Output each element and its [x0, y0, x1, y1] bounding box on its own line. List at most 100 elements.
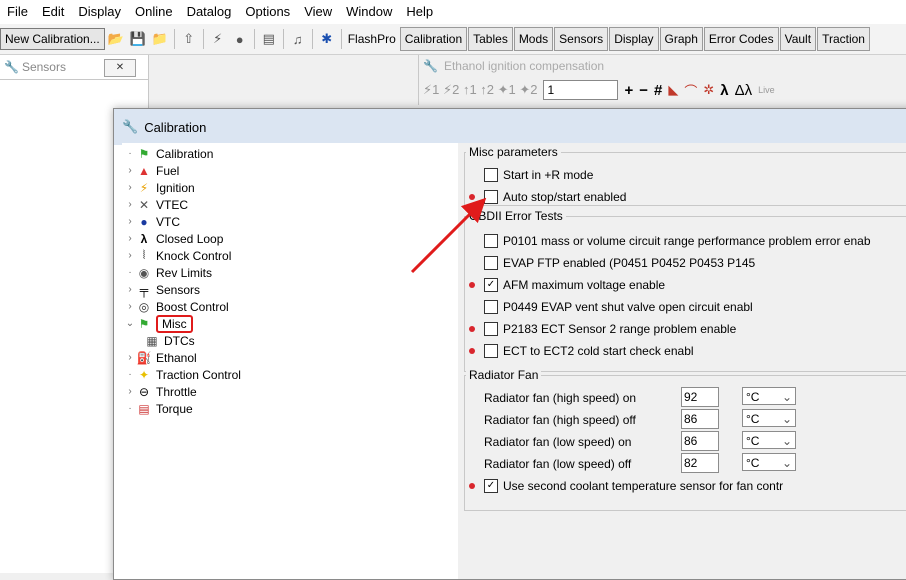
menu-edit[interactable]: Edit	[35, 0, 71, 24]
close-icon[interactable]: ✕	[104, 59, 136, 77]
obd-test-item[interactable]: P0101 mass or volume circuit range perfo…	[484, 232, 871, 250]
unit-select[interactable]: °C ⌄	[742, 409, 796, 427]
tab-vault[interactable]: Vault	[779, 27, 817, 51]
ethanol-window-title: Ethanol ignition compensation	[443, 59, 605, 73]
chevron-right-icon[interactable]: ›	[124, 233, 136, 244]
checkbox[interactable]	[484, 344, 498, 358]
tab-calibration[interactable]: Calibration	[399, 27, 468, 51]
chevron-right-icon[interactable]: ›	[124, 284, 136, 295]
tree-item-rev-limits[interactable]: · ◉ Rev Limits	[124, 264, 212, 281]
checkbox[interactable]	[484, 234, 498, 248]
tree-item-calibration[interactable]: · ⚑ Calibration	[124, 145, 213, 162]
unit-select[interactable]: °C ⌄	[742, 431, 796, 449]
spark-map-icon[interactable]: ✲	[703, 82, 714, 98]
tab-flashpro[interactable]: FlashPro	[345, 28, 399, 50]
auto-stop-start-checkbox[interactable]: Auto stop/start enabled	[484, 188, 626, 206]
tree-item-vtec[interactable]: › ✕ VTEC	[124, 196, 188, 213]
tree-item-throttle[interactable]: › ⊖ Throttle	[124, 383, 196, 400]
curve-chart-icon[interactable]: ⌒	[684, 81, 697, 100]
menu-options[interactable]: Options	[238, 0, 297, 24]
plus-icon[interactable]: +	[624, 82, 633, 99]
bluetooth-icon[interactable]: ✱	[316, 28, 338, 50]
delta-lambda-icon[interactable]: Δλ	[735, 82, 753, 99]
minus-icon[interactable]: −	[639, 82, 648, 99]
unit-select[interactable]: °C ⌄	[742, 387, 796, 405]
menu-display[interactable]: Display	[71, 0, 128, 24]
upload-icon[interactable]: ⇧	[178, 28, 200, 50]
radiator-value-input[interactable]: 82	[681, 453, 719, 473]
hash-icon[interactable]: #	[654, 82, 662, 99]
obd-test-item[interactable]: ECT to ECT2 cold start check enabl	[484, 342, 694, 360]
radiator-row-label: Radiator fan (low speed) off	[484, 457, 632, 471]
menu-window[interactable]: Window	[339, 0, 399, 24]
obd-test-item[interactable]: EVAP FTP enabled (P0451 P0452 P0453 P145	[484, 254, 755, 272]
checkbox[interactable]	[484, 300, 498, 314]
radiator-value-input[interactable]: 92	[681, 387, 719, 407]
tab-sensors[interactable]: Sensors	[554, 27, 609, 51]
checkbox[interactable]	[484, 322, 498, 336]
live-button[interactable]: Live	[758, 85, 775, 95]
checkbox-checked[interactable]: ✓	[484, 479, 498, 493]
chevron-right-icon[interactable]: ›	[124, 182, 136, 193]
lightning-icon[interactable]: ⚡	[207, 28, 229, 50]
tree-item-ethanol[interactable]: › ⛽ Ethanol	[124, 349, 196, 366]
tree-item-misc[interactable]: ⌄ ⚑ Misc	[124, 314, 193, 333]
tab-tables[interactable]: Tables	[468, 27, 513, 51]
start-r-mode-checkbox[interactable]: Start in +R mode	[484, 166, 593, 184]
chevron-right-icon[interactable]: ›	[124, 165, 136, 176]
checkbox[interactable]	[484, 256, 498, 270]
obd-test-item[interactable]: P2183 ECT Sensor 2 range problem enable	[484, 320, 736, 338]
record-icon[interactable]: ●	[229, 28, 251, 50]
calibration-tree: · ⚑ Calibration › ▲ Fuel › ⚡ Ignition › …	[122, 143, 459, 579]
tab-error-codes[interactable]: Error Codes	[703, 27, 779, 51]
tree-item-boost-control[interactable]: › ◎ Boost Control	[124, 298, 229, 315]
open-folder-icon[interactable]: 📂	[105, 28, 127, 50]
copy-icon[interactable]: ▤	[258, 28, 280, 50]
menu-online[interactable]: Online	[128, 0, 180, 24]
chevron-down-icon[interactable]: ⌄	[124, 318, 136, 329]
open-icon[interactable]: 📁	[149, 28, 171, 50]
tab-graph[interactable]: Graph	[659, 27, 703, 51]
tab-traction[interactable]: Traction	[817, 27, 870, 51]
second-coolant-sensor-checkbox[interactable]: ✓ Use second coolant temperature sensor …	[484, 477, 783, 495]
obd-test-item[interactable]: ✓ AFM maximum voltage enable	[484, 276, 665, 294]
tree-item-closed-loop[interactable]: › λ Closed Loop	[124, 230, 223, 247]
menu-file[interactable]: File	[0, 0, 35, 24]
tree-item-ignition[interactable]: › ⚡ Ignition	[124, 179, 194, 196]
checkbox-checked[interactable]: ✓	[484, 278, 498, 292]
boost-icon: ◎	[138, 299, 150, 314]
tree-item-label: Boost Control	[156, 299, 229, 314]
tab-mods[interactable]: Mods	[513, 27, 554, 51]
obd-test-item[interactable]: P0449 EVAP vent shut valve open circuit …	[484, 298, 753, 316]
menu-help[interactable]: Help	[399, 0, 440, 24]
chevron-right-icon[interactable]: ›	[124, 216, 136, 227]
tree-item-fuel[interactable]: › ▲ Fuel	[124, 162, 179, 179]
tab-display[interactable]: Display	[609, 27, 659, 51]
save-icon[interactable]: 💾	[127, 28, 149, 50]
chevron-right-icon[interactable]: ›	[124, 199, 136, 210]
tree-item-knock-control[interactable]: › ⦚ Knock Control	[124, 247, 231, 264]
new-calibration-button[interactable]: New Calibration...	[0, 28, 105, 50]
chevron-right-icon[interactable]: ›	[124, 250, 136, 261]
spark-icon[interactable]: ⚡1 ⚡2 ↑1 ↑2 ✦1 ✦2	[423, 82, 537, 98]
triangle-chart-icon[interactable]: ◣	[668, 82, 678, 98]
radiator-value-input[interactable]: 86	[681, 409, 719, 429]
chevron-right-icon[interactable]: ›	[124, 301, 136, 312]
tree-item-torque[interactable]: · ▤ Torque	[124, 400, 192, 417]
music-icon[interactable]: ♫	[287, 28, 309, 50]
checkbox[interactable]	[484, 190, 498, 204]
radiator-value-input[interactable]: 86	[681, 431, 719, 451]
unit-select[interactable]: °C ⌄	[742, 453, 796, 471]
tree-item-traction-control[interactable]: · ✦ Traction Control	[124, 366, 241, 383]
menu-datalog[interactable]: Datalog	[180, 0, 239, 24]
chevron-down-icon: ⌄	[781, 434, 792, 448]
ethanol-value-input[interactable]: 1	[543, 80, 619, 100]
checkbox[interactable]	[484, 168, 498, 182]
chevron-right-icon[interactable]: ›	[124, 352, 136, 363]
tree-item-sensors[interactable]: › ╤ Sensors	[124, 281, 200, 298]
menu-view[interactable]: View	[297, 0, 339, 24]
chevron-right-icon[interactable]: ›	[124, 386, 136, 397]
tree-item-dtcs[interactable]: ▦ DTCs	[144, 332, 194, 349]
lambda-icon[interactable]: λ	[720, 82, 728, 99]
tree-item-vtc[interactable]: › ● VTC	[124, 213, 180, 230]
